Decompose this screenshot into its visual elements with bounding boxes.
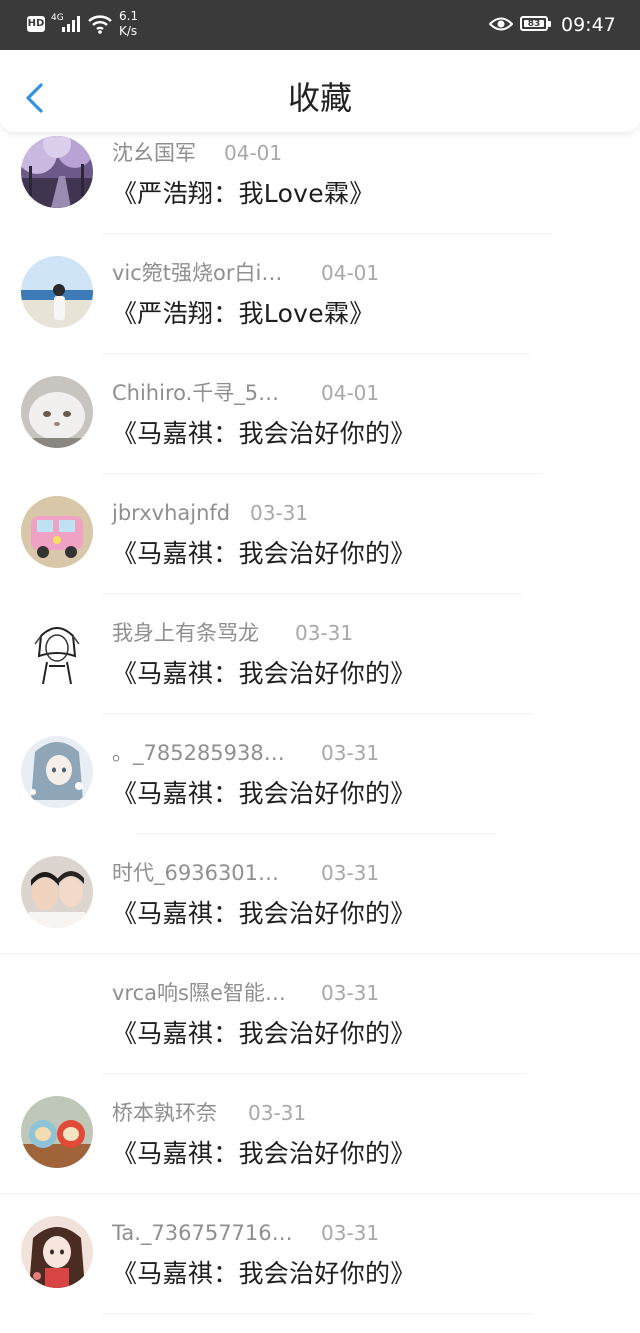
page-title: 收藏 bbox=[287, 79, 352, 117]
list-item[interactable]: Ta._736757716… 03-31 《马嘉祺：我会治好你的》 bbox=[0, 1213, 640, 1333]
list-item[interactable]: 我身上有条骂龙 03-31 《马嘉祺：我会治好你的》 bbox=[0, 613, 640, 733]
list-item[interactable]: 桥本孰环奈 03-31 《马嘉祺：我会治好你的》 bbox=[0, 1093, 640, 1213]
post-date: 03-31 bbox=[321, 981, 380, 1005]
network-speed-value: 6.1 bbox=[119, 9, 139, 23]
avatar[interactable] bbox=[21, 616, 93, 688]
user-name: vrca响s隰e智能… bbox=[112, 981, 286, 1005]
post-date: 03-31 bbox=[295, 621, 354, 645]
list-item[interactable]: jbrxvhajnfd 03-31 《马嘉祺：我会治好你的》 bbox=[0, 493, 640, 613]
post-date: 03-31 bbox=[250, 501, 309, 525]
user-name: 我身上有条骂龙 bbox=[112, 621, 259, 645]
post-date: 03-31 bbox=[321, 861, 380, 885]
post-title[interactable]: 《马嘉祺：我会治好你的》 bbox=[112, 657, 416, 691]
post-title[interactable]: 《马嘉祺：我会治好你的》 bbox=[112, 777, 416, 811]
user-name: jbrxvhajnfd bbox=[112, 501, 231, 525]
post-date: 03-31 bbox=[321, 741, 380, 765]
list-item[interactable]: Chihiro.千寻_5… 04-01 《马嘉祺：我会治好你的》 bbox=[0, 373, 640, 493]
list-item[interactable]: 时代_6936301… 03-31 《马嘉祺：我会治好你的》 bbox=[0, 853, 640, 973]
network-speed-unit: K/s bbox=[119, 24, 138, 38]
user-name: 。_785285938… bbox=[112, 741, 285, 765]
post-title[interactable]: 《马嘉祺：我会治好你的》 bbox=[112, 1017, 416, 1051]
status-bar: HD 4G 6.1 K/s 83 09:47 bbox=[0, 0, 640, 50]
avatar[interactable] bbox=[21, 496, 93, 568]
eye-icon bbox=[489, 17, 513, 31]
signal-icon bbox=[62, 16, 80, 32]
post-title[interactable]: 《马嘉祺：我会治好你的》 bbox=[112, 1137, 416, 1171]
avatar[interactable] bbox=[21, 736, 93, 808]
user-name: 桥本孰环奈 bbox=[112, 1101, 217, 1125]
post-title[interactable]: 《严浩翔：我Love霖》 bbox=[112, 177, 375, 211]
user-name: Chihiro.千寻_5… bbox=[112, 381, 280, 405]
user-name: 沈幺国军 bbox=[112, 141, 196, 165]
post-title[interactable]: 《马嘉祺：我会治好你的》 bbox=[112, 1257, 416, 1291]
battery-level: 83 bbox=[524, 20, 544, 29]
avatar[interactable] bbox=[21, 376, 93, 448]
favorites-list: 沈幺国军 04-01 《严浩翔：我Love霖》 vic箢t强烧or白i… 04-… bbox=[0, 133, 640, 1333]
post-title[interactable]: 《马嘉祺：我会治好你的》 bbox=[112, 897, 416, 931]
post-title[interactable]: 《严浩翔：我Love霖》 bbox=[112, 297, 375, 331]
post-date: 04-01 bbox=[321, 261, 380, 285]
header: 收藏 bbox=[0, 50, 640, 132]
avatar[interactable] bbox=[21, 256, 93, 328]
list-item[interactable]: vic箢t强烧or白i… 04-01 《严浩翔：我Love霖》 bbox=[0, 253, 640, 373]
post-date: 03-31 bbox=[248, 1101, 307, 1125]
network-speed: 6.1 K/s bbox=[119, 9, 138, 39]
battery-icon: 83 bbox=[520, 16, 551, 31]
user-name: Ta._736757716… bbox=[112, 1221, 293, 1245]
post-title[interactable]: 《马嘉祺：我会治好你的》 bbox=[112, 417, 416, 451]
post-title[interactable]: 《马嘉祺：我会治好你的》 bbox=[112, 537, 416, 571]
hd-icon: HD bbox=[27, 16, 45, 32]
avatar[interactable] bbox=[21, 1216, 93, 1288]
avatar[interactable] bbox=[21, 856, 93, 928]
avatar[interactable] bbox=[21, 1096, 93, 1168]
post-date: 04-01 bbox=[321, 381, 380, 405]
avatar[interactable] bbox=[21, 136, 93, 208]
post-date: 03-31 bbox=[321, 1221, 380, 1245]
list-item[interactable]: 沈幺国军 04-01 《严浩翔：我Love霖》 bbox=[0, 133, 640, 253]
clock: 09:47 bbox=[561, 14, 616, 36]
list-item[interactable]: 。_785285938… 03-31 《马嘉祺：我会治好你的》 bbox=[0, 733, 640, 853]
wifi-icon bbox=[88, 15, 112, 34]
user-name: 时代_6936301… bbox=[112, 861, 280, 885]
list-item[interactable]: vrca响s隰e智能… 03-31 《马嘉祺：我会治好你的》 bbox=[0, 973, 640, 1093]
post-date: 04-01 bbox=[224, 141, 283, 165]
user-name: vic箢t强烧or白i… bbox=[112, 261, 283, 285]
